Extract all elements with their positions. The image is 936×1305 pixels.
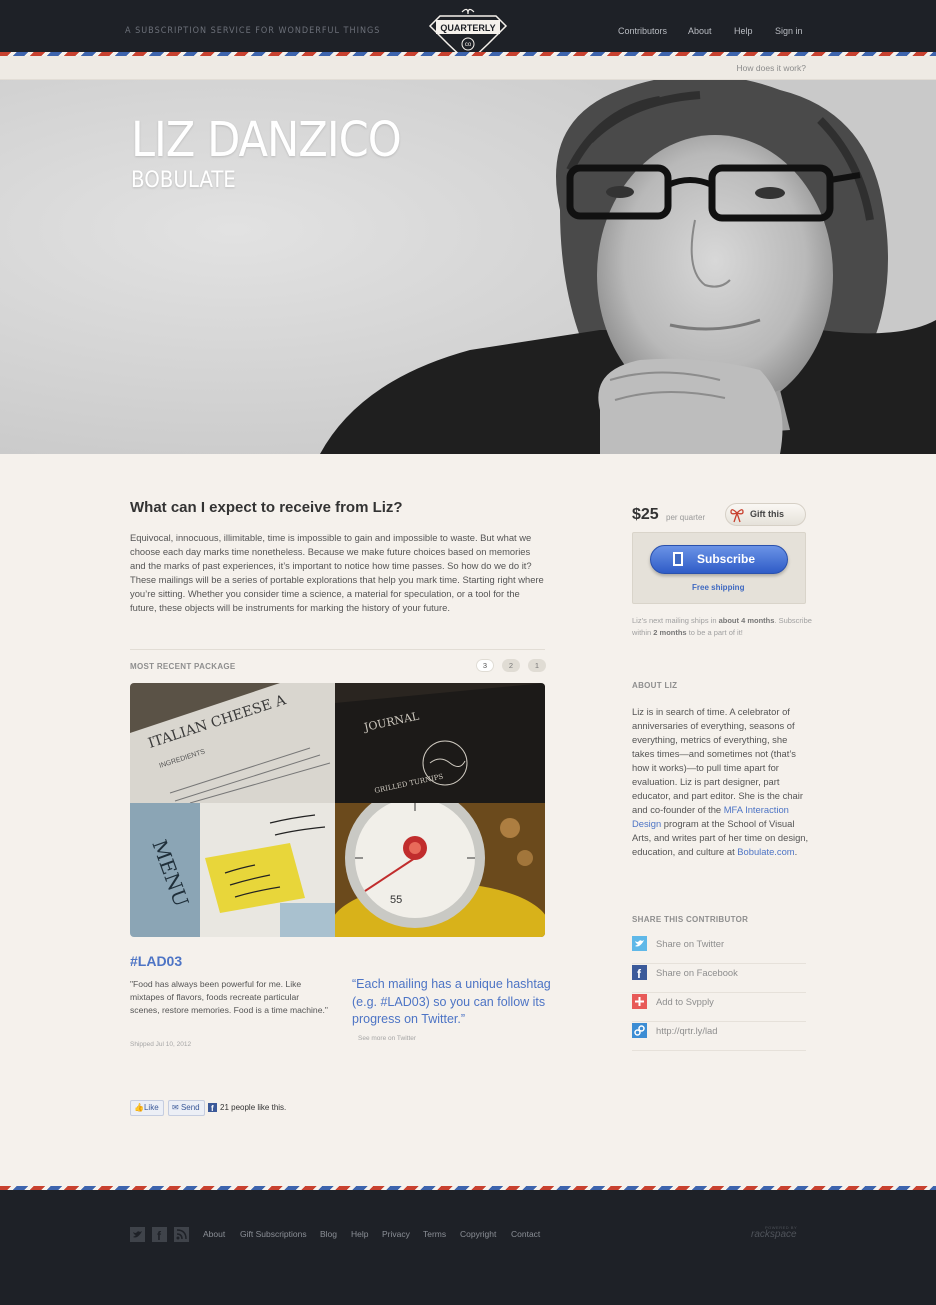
share-label: SHARE THIS CONTRIBUTOR [632, 915, 749, 924]
share-facebook-label: Share on Facebook [656, 967, 738, 978]
nav-contributors[interactable]: Contributors [618, 26, 667, 36]
next-mailing-note: Liz’s next mailing ships in about 4 mont… [632, 615, 812, 639]
rackspace-label: rackspace [751, 1229, 797, 1240]
package-page-1[interactable]: 1 [528, 659, 546, 672]
subscribe-label: Subscribe [697, 552, 756, 566]
link-icon [632, 1023, 647, 1038]
thumbs-up-icon: 👍 [134, 1103, 144, 1112]
footer-rss-icon[interactable] [174, 1227, 189, 1242]
about-text-1: Liz is in search of time. A celebrator o… [632, 706, 803, 815]
contributor-quote: "Food has always been powerful for me. L… [130, 979, 328, 1015]
price: $25 [632, 506, 659, 523]
pull-quote: “Each mailing has a unique hashtag (e.g.… [352, 977, 551, 1026]
rackspace-logo[interactable]: rackspace [751, 1229, 797, 1240]
section-heading: What can I expect to receive from Liz? [130, 499, 403, 516]
footer-link-terms[interactable]: Terms [423, 1229, 446, 1239]
twitter-icon [632, 936, 647, 951]
timer-number: 55 [390, 894, 402, 906]
send-icon: ✉ [172, 1103, 179, 1112]
facebook-icon: f [208, 1103, 217, 1112]
footer-link-blog[interactable]: Blog [320, 1229, 337, 1239]
facebook-send-label: Send [180, 1103, 200, 1112]
stamp-icon [673, 552, 683, 566]
facebook-like-label: Like [143, 1103, 159, 1112]
bobulate-link[interactable]: Bobulate.com [737, 846, 794, 857]
about-text-3: . [794, 846, 798, 857]
logo-sub: co [465, 42, 472, 48]
next-mailing-text-1: Liz’s next mailing ships in [632, 616, 719, 625]
share-twitter-label: Share on Twitter [656, 938, 725, 949]
gallery-photo-journal[interactable]: JOURNAL GRILLED TURNIPS [335, 683, 545, 803]
subscribe-deadline: 2 months [653, 628, 687, 637]
footer-link-gift-subscriptions[interactable]: Gift Subscriptions [240, 1229, 307, 1239]
share-facebook-row[interactable]: f Share on Facebook [632, 964, 806, 993]
free-shipping-label: Free shipping [692, 583, 745, 592]
svpply-icon [632, 994, 647, 1009]
next-mailing-text-3: to be a part of it! [686, 628, 743, 637]
logo-text: QUARTERLY [440, 23, 495, 33]
footer-link-about[interactable]: About [203, 1229, 225, 1239]
how-it-works-link[interactable]: How does it work? [737, 63, 806, 73]
package-hashtag[interactable]: #LAD03 [130, 953, 182, 969]
package-page-2[interactable]: 2 [502, 659, 520, 672]
nav-help[interactable]: Help [734, 26, 753, 36]
about-paragraph: Liz is in search of time. A celebrator o… [632, 705, 812, 859]
gallery-photo-timer[interactable]: 55 [335, 803, 545, 937]
gift-bow-icon [730, 509, 744, 523]
footer [0, 1190, 936, 1305]
footer-link-contact[interactable]: Contact [511, 1229, 540, 1239]
facebook-icon: f [632, 965, 647, 980]
share-link-label: http://qrtr.ly/lad [656, 1025, 718, 1036]
package-gallery: ITALIAN CHEESE A INGREDIENTS JOURNAL GRI… [130, 683, 545, 937]
facebook-like-count: 21 people like this. [220, 1103, 287, 1112]
nav-about[interactable]: About [688, 26, 712, 36]
gallery-photo-menu[interactable]: MENU [130, 803, 335, 937]
divider [130, 649, 545, 650]
share-twitter-row[interactable]: Share on Twitter [632, 935, 806, 964]
next-mailing-time: about 4 months [718, 616, 775, 625]
nav-sign-in[interactable]: Sign in [775, 26, 803, 36]
share-link-row[interactable]: http://qrtr.ly/lad [632, 1022, 806, 1051]
about-label: ABOUT LIZ [632, 681, 678, 690]
facebook-send-button[interactable]: ✉ Send [168, 1100, 205, 1116]
footer-link-copyright[interactable]: Copyright [460, 1229, 496, 1239]
svg-text:f: f [211, 1104, 214, 1112]
footer-link-help[interactable]: Help [351, 1229, 368, 1239]
footer-link-privacy[interactable]: Privacy [382, 1229, 410, 1239]
see-more-twitter-link[interactable]: See more on Twitter [358, 1035, 416, 1042]
shipped-date: Shipped Jul 10, 2012 [130, 1041, 192, 1048]
gift-this-label: Gift this [750, 509, 784, 519]
contributor-name: LIZ DANZICO [131, 112, 402, 168]
intro-paragraph: Equivocal, innocuous, illimitable, time … [130, 532, 544, 613]
contributor-company: BOBULATE [131, 168, 236, 193]
footer-twitter-icon[interactable] [130, 1227, 145, 1242]
most-recent-label: MOST RECENT PACKAGE [130, 662, 236, 671]
facebook-like-button[interactable]: 👍Like [130, 1100, 164, 1116]
package-page-3[interactable]: 3 [476, 659, 494, 672]
share-svpply-row[interactable]: Add to Svpply [632, 993, 806, 1022]
price-period: per quarter [666, 513, 706, 522]
share-svpply-label: Add to Svpply [656, 996, 714, 1007]
footer-facebook-icon[interactable]: f [152, 1227, 167, 1242]
tagline: A SUBSCRIPTION SERVICE FOR WONDERFUL THI… [125, 26, 381, 36]
gallery-photo-cheese[interactable]: ITALIAN CHEESE A INGREDIENTS [130, 683, 335, 803]
